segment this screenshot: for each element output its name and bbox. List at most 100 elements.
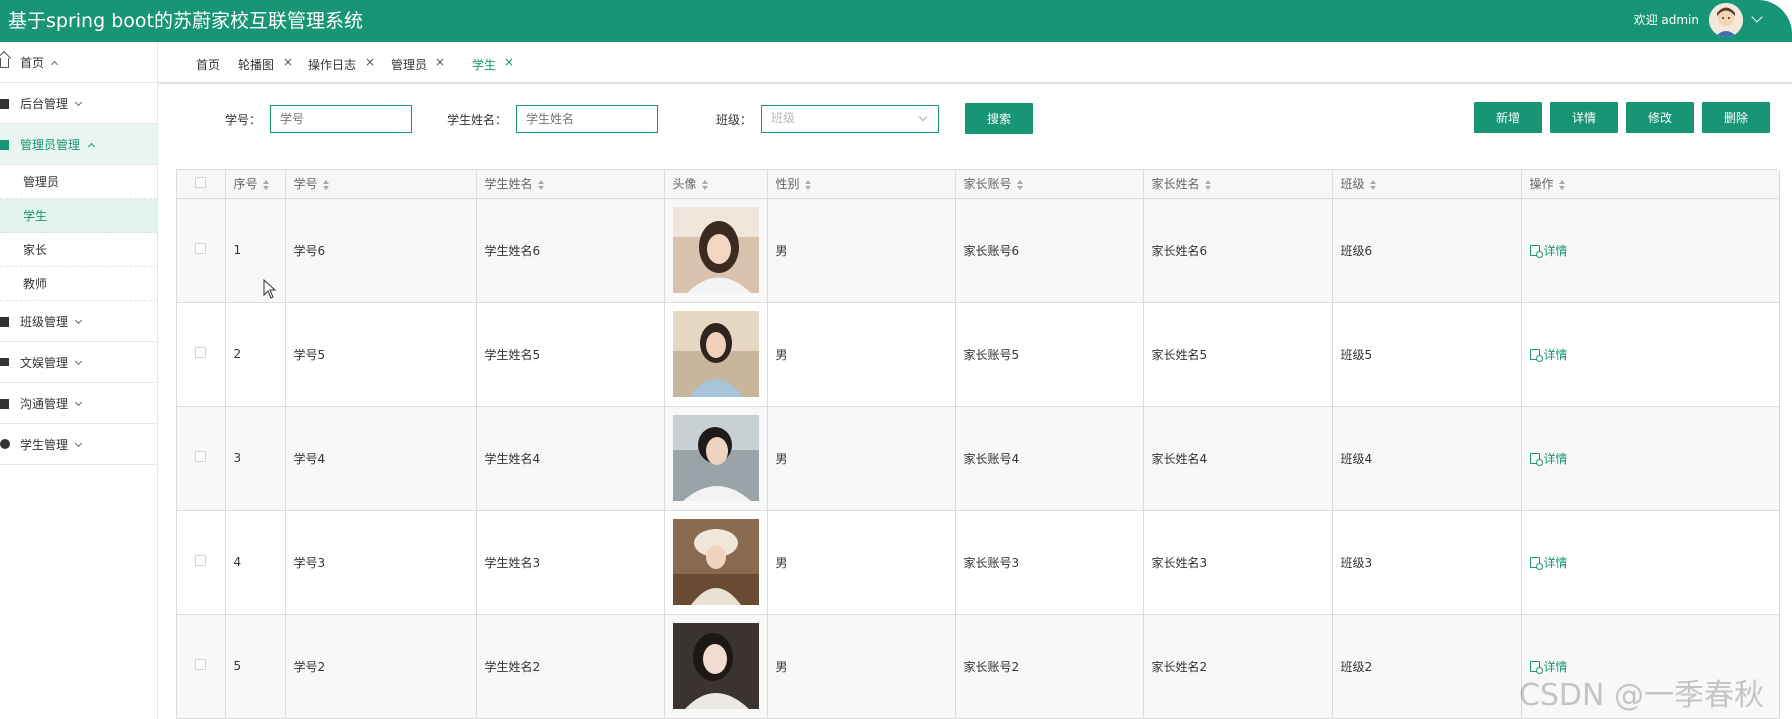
row-checkbox[interactable] — [195, 659, 207, 670]
row-detail-label: 详情 — [1543, 451, 1568, 466]
sort-icon[interactable] — [701, 179, 709, 190]
row-checkbox[interactable] — [195, 347, 207, 358]
edit-button[interactable]: 修改 — [1626, 102, 1694, 133]
close-icon[interactable]: × — [504, 55, 514, 69]
gender-cell: 男 — [767, 406, 956, 511]
student-photo[interactable] — [672, 623, 759, 709]
operation-cell: 详情 — [1521, 406, 1780, 511]
row-detail-label: 详情 — [1543, 555, 1568, 570]
sort-icon[interactable] — [537, 179, 545, 190]
delete-button[interactable]: 删除 — [1702, 102, 1770, 133]
sidebar-item-communication-management[interactable]: 沟通管理 — [0, 383, 157, 424]
close-icon[interactable]: × — [283, 55, 293, 69]
table-row[interactable]: 4 学号3 学生姓名3 男 家长账号3 家长姓名3 班级3 详情 — [177, 510, 1780, 615]
row-detail-link[interactable]: 详情 — [1529, 242, 1568, 259]
watermark: CSDN @一季春秋 — [1518, 678, 1764, 713]
student-name-input[interactable] — [516, 105, 658, 133]
column-header-label: 家长账号 — [963, 177, 1012, 192]
row-detail-link[interactable]: 详情 — [1529, 346, 1568, 363]
column-header[interactable]: 家长姓名 — [1143, 170, 1333, 199]
sidebar-subitem-admin[interactable]: 管理员 — [0, 165, 157, 199]
sort-icon[interactable] — [322, 179, 330, 190]
document-search-icon — [1529, 244, 1543, 258]
gender-cell: 男 — [767, 302, 956, 407]
table-row[interactable]: 1 学号6 学生姓名6 男 家长账号6 家长姓名6 班级6 详情 — [177, 198, 1780, 303]
student-photo[interactable] — [672, 207, 759, 293]
sidebar-subitem-teacher[interactable]: 教师 — [0, 267, 157, 301]
student-photo[interactable] — [672, 311, 759, 397]
table-row[interactable]: 3 学号4 学生姓名4 男 家长账号4 家长姓名4 班级4 详情 — [177, 406, 1780, 511]
search-button[interactable]: 搜索 — [965, 103, 1033, 134]
chevron-up-icon — [87, 142, 96, 151]
sidebar-item-label: 学生管理 — [20, 437, 69, 452]
sort-icon[interactable] — [1558, 179, 1566, 190]
sort-icon[interactable] — [262, 179, 270, 190]
tab-admin[interactable]: 管理员 — [391, 56, 427, 73]
close-icon[interactable]: × — [365, 55, 375, 69]
class-select[interactable]: 班级 — [761, 105, 939, 133]
tab-student[interactable]: 学生 — [472, 56, 496, 73]
sort-icon[interactable] — [1369, 179, 1377, 190]
home-icon — [0, 58, 9, 68]
sidebar-item-entertainment-management[interactable]: 文娱管理 — [0, 342, 157, 383]
row-detail-label: 详情 — [1543, 347, 1568, 362]
sort-icon[interactable] — [1204, 179, 1212, 190]
user-menu-chevron-icon[interactable] — [1751, 11, 1763, 23]
row-select-cell — [177, 406, 226, 511]
column-header-label: 班级 — [1340, 177, 1365, 192]
sort-icon[interactable] — [1016, 179, 1024, 190]
sidebar-subitem-parent[interactable]: 家长 — [0, 233, 157, 267]
tab-home[interactable]: 首页 — [196, 56, 220, 73]
student-no-input[interactable] — [270, 105, 412, 133]
column-header[interactable]: 操作 — [1521, 170, 1780, 199]
column-header[interactable]: 学生姓名 — [476, 170, 665, 199]
sidebar-item-student-management[interactable]: 学生管理 — [0, 424, 157, 465]
student-no-cell: 学号3 — [285, 510, 477, 615]
sidebar-item-backend[interactable]: 后台管理 — [0, 83, 157, 124]
parent-account-cell: 家长账号2 — [955, 614, 1144, 719]
gender-cell: 男 — [767, 510, 956, 615]
user-avatar-icon[interactable] — [1709, 3, 1743, 37]
top-header: 基于spring boot的苏蔚家校互联管理系统 欢迎 admin — [0, 0, 1792, 42]
row-checkbox[interactable] — [195, 243, 207, 254]
book-icon — [0, 99, 9, 109]
sidebar-item-label: 沟通管理 — [20, 396, 69, 411]
row-checkbox[interactable] — [195, 451, 207, 462]
column-header[interactable]: 学号 — [285, 170, 477, 199]
select-all-checkbox[interactable] — [195, 176, 207, 188]
parent-name-cell: 家长姓名6 — [1143, 198, 1333, 303]
sidebar-item-admin-management[interactable]: 管理员管理 — [0, 124, 157, 165]
row-detail-link[interactable]: 详情 — [1529, 554, 1568, 571]
row-detail-link[interactable]: 详情 — [1529, 450, 1568, 467]
class-cell: 班级4 — [1332, 406, 1522, 511]
row-checkbox[interactable] — [195, 555, 207, 566]
tab-operation-log[interactable]: 操作日志 — [308, 56, 356, 73]
detail-button[interactable]: 详情 — [1550, 102, 1618, 133]
column-header-label: 序号 — [233, 177, 258, 192]
column-header[interactable]: 序号 — [225, 170, 286, 199]
column-header[interactable]: 家长账号 — [955, 170, 1144, 199]
chevron-down-icon — [74, 439, 83, 448]
close-icon[interactable]: × — [435, 55, 445, 69]
column-header-label: 头像 — [672, 177, 697, 192]
table-row[interactable]: 2 学号5 学生姓名5 男 家长账号5 家长姓名5 班级5 详情 — [177, 302, 1780, 407]
row-select-cell — [177, 302, 226, 407]
sidebar-subitem-student[interactable]: 学生 — [0, 199, 157, 233]
row-select-cell — [177, 510, 226, 615]
sidebar-item-home[interactable]: 首页 — [0, 42, 157, 83]
row-select-cell — [177, 198, 226, 303]
column-header[interactable]: 性别 — [767, 170, 956, 199]
index-cell: 2 — [225, 302, 286, 407]
tab-carousel[interactable]: 轮播图 — [238, 56, 274, 73]
student-photo[interactable] — [672, 415, 759, 501]
sidebar-item-label: 文娱管理 — [20, 355, 69, 370]
add-button[interactable]: 新增 — [1474, 102, 1542, 133]
document-search-icon — [1529, 556, 1543, 570]
sort-icon[interactable] — [804, 179, 812, 190]
student-photo[interactable] — [672, 519, 759, 605]
gauge-icon — [0, 439, 10, 449]
sidebar-item-class-management[interactable]: 班级管理 — [0, 301, 157, 342]
column-header[interactable]: 头像 — [664, 170, 768, 199]
column-header[interactable]: 班级 — [1332, 170, 1522, 199]
student-name-cell: 学生姓名3 — [476, 510, 665, 615]
